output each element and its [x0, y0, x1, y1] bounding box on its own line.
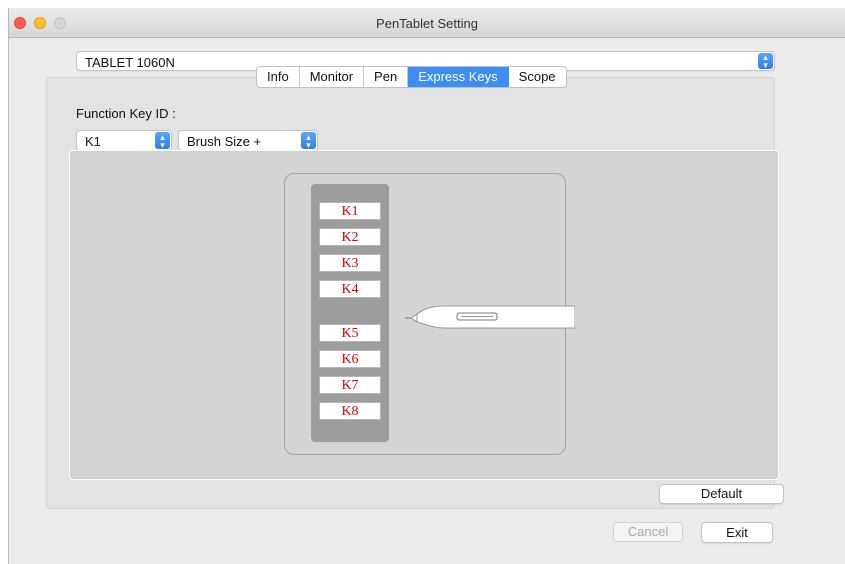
tab-express-keys[interactable]: Express Keys: [408, 67, 509, 87]
key-action-select-value: Brush Size +: [187, 134, 262, 149]
function-key-select[interactable]: K1 ▴ ▾: [76, 130, 172, 151]
express-key-k7[interactable]: K7: [319, 376, 381, 394]
cancel-button[interactable]: Cancel: [613, 522, 683, 542]
express-key-k3[interactable]: K3: [319, 254, 381, 272]
tablet-illustration: K1 K2 K3 K4 K5 K6 K7 K8: [284, 173, 575, 455]
updown-arrows-icon: ▴ ▾: [301, 132, 316, 149]
tab-bar: Info Monitor Pen Express Keys Scope: [256, 66, 567, 88]
exit-button[interactable]: Exit: [701, 522, 773, 543]
express-key-k4[interactable]: K4: [319, 280, 381, 298]
key-action-select[interactable]: Brush Size + ▴ ▾: [178, 130, 318, 151]
tab-monitor[interactable]: Monitor: [300, 67, 365, 87]
express-key-k6[interactable]: K6: [319, 350, 381, 368]
express-key-k2[interactable]: K2: [319, 228, 381, 246]
default-button[interactable]: Default: [659, 484, 784, 504]
express-key-k1[interactable]: K1: [319, 202, 381, 220]
express-key-strip: K1 K2 K3 K4 K5 K6 K7 K8: [311, 184, 389, 442]
pen-icon: [405, 305, 575, 329]
function-key-id-label: Function Key ID :: [76, 106, 176, 121]
tab-info[interactable]: Info: [257, 67, 300, 87]
express-key-k5[interactable]: K5: [319, 324, 381, 342]
tab-scope[interactable]: Scope: [509, 67, 566, 87]
device-select-value: TABLET 1060N: [85, 55, 175, 70]
title-bar: PenTablet Setting: [9, 8, 845, 38]
window-title: PenTablet Setting: [376, 16, 478, 31]
tab-pen[interactable]: Pen: [364, 67, 409, 87]
function-key-select-value: K1: [85, 134, 101, 149]
updown-arrows-icon: ▴ ▾: [155, 132, 170, 149]
tablet-preview-area: K1 K2 K3 K4 K5 K6 K7 K8: [69, 150, 779, 480]
updown-arrows-icon: ▴ ▾: [758, 53, 773, 70]
express-key-k8[interactable]: K8: [319, 402, 381, 420]
